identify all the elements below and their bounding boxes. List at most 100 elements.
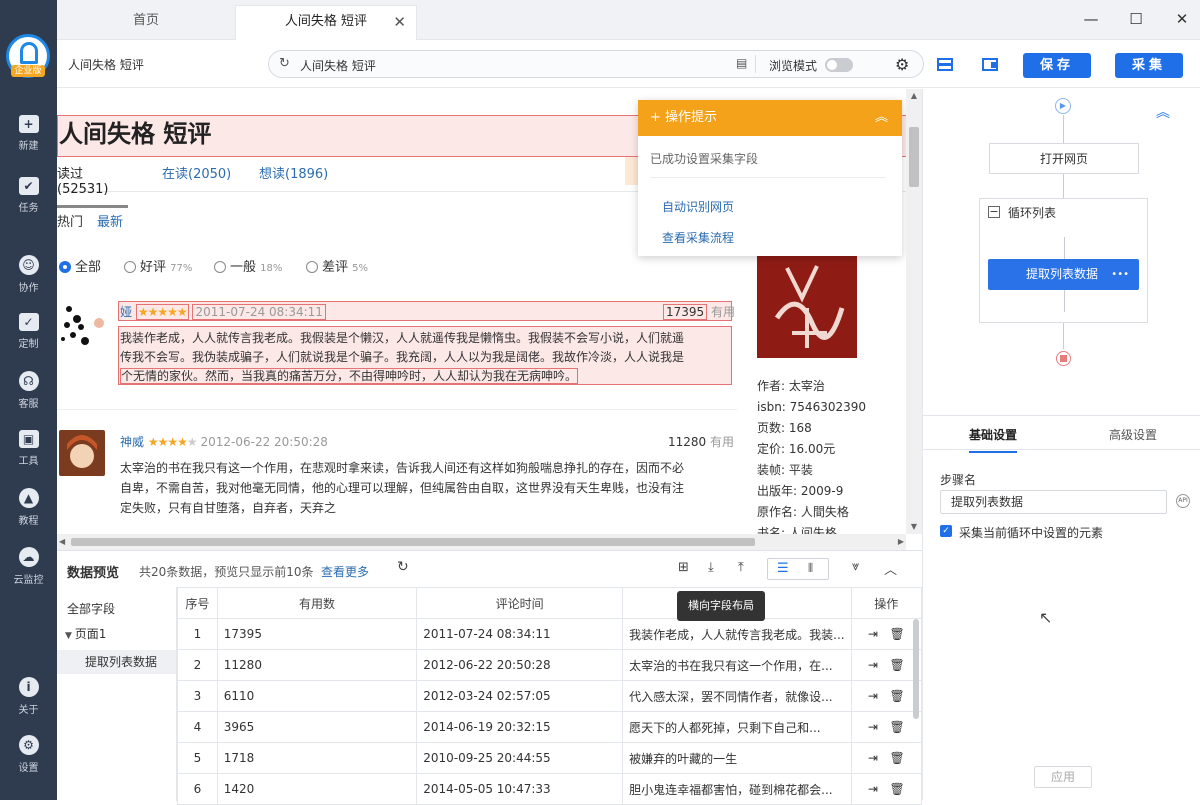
collapse-loop-icon[interactable]: − [988,206,1000,218]
cell-content[interactable]: 愿天下的人都死掉，只剩下自己和... [622,711,852,743]
maximize-button[interactable]: ☐ [1125,8,1147,30]
browse-mode-toggle[interactable] [825,57,853,72]
sidebar-item-new[interactable]: + 新建 [0,115,57,165]
filter-bad[interactable]: 差评 5% [306,256,368,275]
avatar[interactable] [59,301,109,351]
collect-button[interactable]: 采集 [1115,53,1183,78]
useful-label[interactable]: 有用 [711,305,735,319]
row-export-icon[interactable]: ⇥ [868,751,878,765]
view-more-link[interactable]: 查看更多 [321,563,369,580]
cell-content[interactable]: 太宰治的书在我只有这一个作用，在... [622,649,852,681]
cell-time[interactable]: 2012-03-24 02:57:05 [416,680,624,712]
layout-right-icon[interactable] [982,58,998,71]
tab-reviews[interactable]: 人间失格 短评 ✕ [235,5,417,40]
sidebar-item-tutorial[interactable]: ▲ 教程 [0,488,57,538]
filter-all[interactable]: 全部 [59,256,101,275]
tip-header[interactable]: + 操作提示 ︽ [638,100,902,136]
sidebar-item-settings[interactable]: ⚙ 设置 [0,735,57,785]
row-export-icon[interactable]: ⇥ [868,782,878,796]
minimize-button[interactable]: — [1080,8,1102,30]
sort-hot[interactable]: 热门 [57,211,83,230]
useful-label[interactable]: 有用 [710,435,734,449]
vertical-scrollbar[interactable]: ▲ ▼ [906,89,922,534]
row-export-icon[interactable]: ⇥ [868,720,878,734]
grid-scroll-thumb[interactable] [913,619,919,719]
layout-bottom-icon[interactable] [937,58,953,71]
cell-time[interactable]: 2012-06-22 20:50:28 [416,649,624,681]
trash-icon[interactable]: 🗑 [889,720,904,734]
trash-icon[interactable]: 🗑 [889,658,904,672]
page-script-icon[interactable]: ▤ [736,56,747,70]
trash-icon[interactable]: 🗑 [889,751,904,765]
trash-icon[interactable]: 🗑 [889,627,904,641]
cell-useful[interactable]: 17395 [216,618,418,650]
api-icon[interactable]: API [1176,494,1190,508]
step-name-input[interactable]: 提取列表数据 [940,490,1167,514]
trash-icon[interactable]: 🗑 [889,782,904,796]
scroll-thumb[interactable] [71,538,755,546]
tab-want[interactable]: 想读(1896) [259,163,328,182]
column-header[interactable]: 序号 [177,587,218,619]
column-layout-icon[interactable]: ⫴ [808,561,813,576]
view-flow-link[interactable]: 查看采集流程 [638,215,902,246]
cell-useful[interactable]: 11280 [216,649,418,681]
comment-user[interactable]: 神威 [120,435,144,449]
filter-icon[interactable]: ⩔ [852,559,859,574]
table-row[interactable]: 3 6110 2012-03-24 02:57:05 代入感太深，罢不同情作者，就像设… [177,680,923,712]
avatar[interactable] [59,430,105,476]
sidebar-item-about[interactable]: i 关于 [0,677,57,727]
flow-loop-container[interactable]: − 循环列表 提取列表数据 ••• [979,198,1148,323]
tab-read[interactable]: 读过(52531) [57,163,128,208]
trash-icon[interactable]: 🗑 [889,689,904,703]
scroll-down-icon[interactable]: ▼ [906,520,922,534]
tab-advanced-settings[interactable]: 高级设置 [1109,426,1157,443]
table-row[interactable]: 4 3965 2014-06-19 20:32:15 愿天下的人都死掉，只剩下自己和.… [177,711,923,743]
collapse-up-icon[interactable]: ︿ [884,559,897,578]
row-export-icon[interactable]: ⇥ [868,627,878,641]
table-row[interactable]: 1 17395 2011-07-24 08:34:11 我装作老成，人人就传言我老成。… [177,618,923,650]
cell-content[interactable]: 我装作老成，人人就传言我老成。我装... [622,618,852,650]
book-cover[interactable] [757,248,857,358]
tab-home[interactable]: 首页 [57,5,235,40]
column-header[interactable]: 评论时间 [416,587,624,619]
horizontal-scrollbar[interactable]: ◀ ▶ [57,534,906,550]
comment-user[interactable]: 娅 [120,305,132,319]
address-bar[interactable]: ↻ 人间失格 短评 ▤ 浏览模式 [268,50,924,78]
cell-content[interactable]: 代入感太深，罢不同情作者，就像设... [622,680,852,712]
save-button[interactable]: 保存 [1023,53,1091,78]
filter-mid[interactable]: 一般 18% [214,256,282,275]
scroll-up-icon[interactable]: ▲ [906,89,922,103]
apply-button[interactable]: 应用 [1034,766,1092,788]
app-logo[interactable]: 企业版 [6,34,50,78]
collapse-icon[interactable]: ︽ [875,100,888,136]
scroll-thumb[interactable] [909,127,919,187]
sidebar-item-task[interactable]: ✔ 任务 [0,177,57,227]
filter-good[interactable]: 好评 77% [124,256,192,275]
close-tab-icon[interactable]: ✕ [393,6,406,38]
reload-icon[interactable]: ↻ [279,56,290,71]
more-options-icon[interactable]: ••• [1111,259,1129,290]
flow-step-extract[interactable]: 提取列表数据 ••• [988,259,1139,290]
cell-time[interactable]: 2010-09-25 20:44:55 [416,742,624,774]
cell-time[interactable]: 2011-07-24 08:34:11 [416,618,624,650]
sidebar-item-cloud[interactable]: ☁ 云监控 [0,547,57,597]
list-layout-icon[interactable]: ☰ [777,561,789,576]
refresh-icon[interactable]: ↻ [397,559,409,575]
tree-root[interactable]: 全部字段 [57,587,176,617]
column-header[interactable]: 有用数 [216,587,418,619]
row-export-icon[interactable]: ⇥ [868,658,878,672]
cell-useful[interactable]: 1718 [216,742,418,774]
new-field-icon[interactable]: ⊞ [678,560,689,575]
download-icon[interactable]: ⤓ [708,560,714,575]
checkbox-checked-icon[interactable]: ✓ [940,525,952,537]
export-icon[interactable]: ⤒ [738,560,744,575]
auto-detect-link[interactable]: 自动识别网页 [638,178,902,215]
table-row[interactable]: 5 1718 2010-09-25 20:44:55 被嫌弃的叶藏的一生 ⇥ 🗑 [177,742,923,774]
sort-latest[interactable]: 最新 [97,211,123,230]
cell-useful[interactable]: 3965 [216,711,418,743]
sidebar-item-tools[interactable]: ▣ 工具 [0,430,57,480]
cell-useful[interactable]: 6110 [216,680,418,712]
sidebar-item-custom[interactable]: ✓ 定制 [0,313,57,363]
table-row[interactable]: 2 11280 2012-06-22 20:50:28 太宰治的书在我只有这一个作用，… [177,649,923,681]
row-export-icon[interactable]: ⇥ [868,689,878,703]
